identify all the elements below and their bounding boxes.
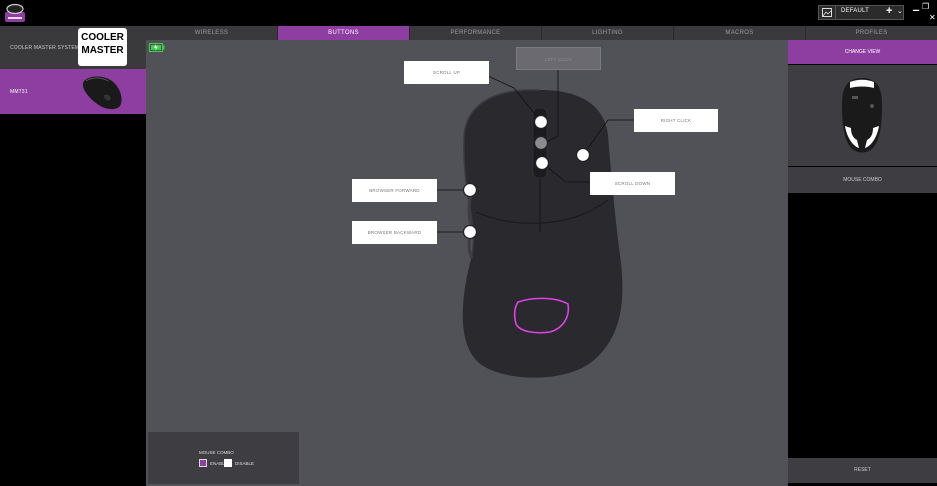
callout-browser-backward[interactable]: BROWSER BACKWARD xyxy=(352,221,437,244)
disable-checkbox[interactable] xyxy=(224,459,232,467)
tab-lighting[interactable]: LIGHTING xyxy=(542,26,674,40)
tab-performance[interactable]: PERFORMANCE xyxy=(410,26,542,40)
sidebar-item-label: COOLER MASTER SYSTEM xyxy=(10,45,80,51)
add-profile-button[interactable]: + xyxy=(886,5,892,17)
mouse-combo-button[interactable]: MOUSE COMBO xyxy=(788,167,937,193)
chevron-down-icon[interactable]: ⌄ xyxy=(897,7,903,15)
tab-wireless[interactable]: WIRELESS xyxy=(146,26,278,40)
sidebar-item-mm731[interactable]: MM731 xyxy=(0,69,146,114)
device-sidebar: COOLER MASTER SYSTEM COOLER MASTER MM731 xyxy=(0,26,146,486)
main-tabs: WIRELESS BUTTONS PERFORMANCE LIGHTING MA… xyxy=(146,26,937,40)
hotspot-scroll-up xyxy=(533,114,549,130)
picture-icon xyxy=(822,8,832,17)
buttons-workspace: LEFT CLICK SCROLL UP RIGHT CLICK SCROLL … xyxy=(146,40,788,486)
divider xyxy=(835,6,836,19)
enable-checkbox[interactable] xyxy=(199,459,207,467)
disable-label: DISABLE xyxy=(235,461,255,466)
callout-scroll-up[interactable]: SCROLL UP xyxy=(404,61,489,84)
right-panel: CHANGE VIEW MOUSE COMBO RESET xyxy=(788,40,937,486)
restore-button[interactable]: ❐ xyxy=(922,3,929,11)
combo-title: MOUSE COMBO xyxy=(199,450,234,455)
mouse-diagram xyxy=(436,67,634,378)
tab-buttons[interactable]: BUTTONS xyxy=(278,26,410,40)
tab-macros[interactable]: MACROS xyxy=(674,26,806,40)
sidebar-item-cooler-master-system[interactable]: COOLER MASTER SYSTEM COOLER MASTER xyxy=(0,26,146,69)
callout-left-click[interactable]: LEFT CLICK xyxy=(516,47,601,70)
hotspot-scroll-down xyxy=(534,155,550,171)
app-logo-icon xyxy=(5,3,25,22)
callout-right-click[interactable]: RIGHT CLICK xyxy=(634,109,718,132)
hotspot-right-click xyxy=(575,147,591,163)
profile-selector[interactable]: DEFAULT + ⌄ xyxy=(818,5,904,20)
callout-browser-forward[interactable]: BROWSER FORWARD xyxy=(352,179,437,202)
profile-name: DEFAULT xyxy=(841,8,869,14)
callout-scroll-down[interactable]: SCROLL DOWN xyxy=(590,172,675,195)
tab-profiles[interactable]: PROFILES xyxy=(806,26,937,40)
hotspot-left-click xyxy=(533,135,549,151)
sidebar-item-label: MM731 xyxy=(10,89,28,95)
change-view-button[interactable]: CHANGE VIEW xyxy=(788,40,937,64)
mouse-thumbnail-icon xyxy=(82,76,122,110)
mouse-combo-panel: MOUSE COMBO ENABLE DISABLE xyxy=(148,432,299,484)
mouse-underside-icon xyxy=(842,78,882,153)
hotspot-browser-backward xyxy=(462,224,478,240)
reset-button[interactable]: RESET xyxy=(788,458,937,483)
title-bar: DEFAULT + ⌄ ▁ ❐ ✕ xyxy=(0,0,937,25)
close-button[interactable]: ✕ xyxy=(929,14,936,22)
logo-line-1: COOLER xyxy=(81,32,124,43)
cooler-master-logo: COOLER MASTER xyxy=(78,28,127,66)
hotspot-browser-forward xyxy=(462,182,478,198)
logo-line-2: MASTER xyxy=(81,45,124,56)
minimize-button[interactable]: ▁ xyxy=(913,3,919,11)
mouse-view-preview[interactable] xyxy=(788,65,937,166)
